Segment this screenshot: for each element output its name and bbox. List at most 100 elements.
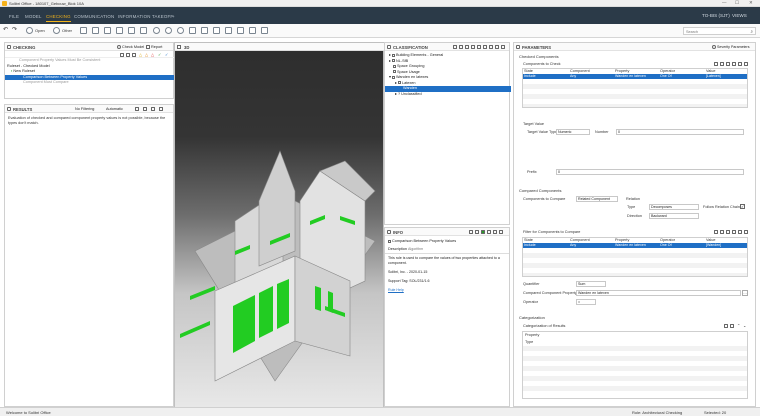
- number-input[interactable]: 0: [616, 129, 744, 135]
- edit-icon[interactable]: [120, 53, 124, 57]
- table-row[interactable]: [523, 273, 747, 276]
- table-row[interactable]: [523, 356, 747, 361]
- tool-icon[interactable]: [453, 45, 457, 49]
- highlighted-wall[interactable]: [259, 286, 273, 338]
- error-icon[interactable]: △: [151, 52, 154, 57]
- tab-checking[interactable]: CHECKING: [46, 14, 71, 22]
- tool-icon[interactable]: [483, 45, 487, 49]
- table-row[interactable]: [523, 346, 747, 351]
- tool-icon[interactable]: [471, 45, 475, 49]
- table-row[interactable]: [523, 253, 747, 258]
- target-value-type-select[interactable]: Numeric: [556, 129, 590, 135]
- list-icon[interactable]: [143, 107, 147, 111]
- tab-model[interactable]: MODEL: [25, 14, 42, 19]
- tool-icon[interactable]: [501, 45, 505, 49]
- compared-property-input[interactable]: Wanden en latexen: [576, 290, 741, 296]
- quantifier-select[interactable]: Sum: [576, 281, 606, 287]
- add-icon[interactable]: [714, 230, 718, 234]
- tree-row[interactable]: Component Must Compare: [5, 80, 175, 86]
- maximize-button[interactable]: ☐: [735, 0, 739, 6]
- categorize-icon[interactable]: [135, 107, 139, 111]
- components-to-compare-select[interactable]: Related Component: [576, 196, 618, 202]
- table-row[interactable]: [523, 84, 747, 89]
- open-button[interactable]: Open: [35, 28, 45, 33]
- tool-icon[interactable]: [487, 230, 491, 234]
- search-input[interactable]: Search ⌕: [683, 27, 756, 35]
- walk-icon[interactable]: [213, 27, 220, 34]
- info-check-icon[interactable]: ✓: [165, 52, 168, 57]
- model-tree-icon[interactable]: [237, 27, 244, 34]
- isolate-icon[interactable]: [104, 27, 111, 34]
- settings-icon[interactable]: [159, 107, 163, 111]
- prefix-input[interactable]: 0: [556, 169, 744, 175]
- add-tab-button[interactable]: +: [172, 14, 175, 19]
- camera-icon[interactable]: [225, 27, 232, 34]
- tool-icon[interactable]: [499, 230, 503, 234]
- relation-type-select[interactable]: Decomposes: [649, 204, 699, 210]
- user-label[interactable]: TO-BIS (SJT): [702, 13, 730, 18]
- minimize-button[interactable]: —: [722, 0, 727, 5]
- highlighted-wall[interactable]: [277, 279, 289, 329]
- move-down-icon[interactable]: ⌄: [743, 323, 746, 328]
- paste-icon[interactable]: [738, 230, 742, 234]
- automatic-dropdown[interactable]: Automatic: [106, 107, 123, 111]
- section-icon[interactable]: [128, 27, 135, 34]
- warning-icon[interactable]: △: [139, 52, 142, 57]
- zoom-icon[interactable]: [153, 27, 160, 34]
- delete-icon[interactable]: [744, 230, 748, 234]
- algorithm-tab[interactable]: Algorithm: [408, 247, 423, 251]
- operator-select[interactable]: =: [576, 299, 596, 305]
- paste-icon[interactable]: [738, 62, 742, 66]
- group-icon[interactable]: [726, 230, 730, 234]
- table-row[interactable]: [523, 366, 747, 371]
- folder-icon[interactable]: [132, 53, 136, 57]
- tool-icon[interactable]: [477, 45, 481, 49]
- other-button[interactable]: Other: [62, 28, 72, 33]
- tool-icon[interactable]: [489, 45, 493, 49]
- add-icon[interactable]: [714, 62, 718, 66]
- warning-orange-icon[interactable]: △: [145, 52, 148, 57]
- table-row[interactable]: [523, 263, 747, 268]
- rule-help-link[interactable]: Rule Help: [388, 288, 404, 292]
- tab-file[interactable]: FILE: [9, 14, 19, 19]
- view-front-icon[interactable]: [189, 27, 196, 34]
- follow-relation-chain-checkbox[interactable]: ✓: [740, 204, 745, 209]
- view-3d-panel[interactable]: 3D: [174, 42, 385, 408]
- table-row-selected[interactable]: Include Any Wanden en latexen One Of [Wa…: [523, 243, 747, 248]
- measure-icon[interactable]: [140, 27, 147, 34]
- report-button[interactable]: Report: [151, 45, 162, 49]
- zoom-selected-icon[interactable]: [177, 27, 184, 34]
- severity-parameters-button[interactable]: Severity Parameters: [717, 45, 750, 49]
- tab-communication[interactable]: COMMUNICATION: [74, 14, 114, 19]
- redo-icon[interactable]: ↷: [12, 26, 17, 33]
- direction-select[interactable]: Backward: [649, 213, 699, 219]
- tool-icon[interactable]: [459, 45, 463, 49]
- green-status-icon[interactable]: [481, 230, 485, 234]
- check-model-button[interactable]: Check Model: [122, 45, 144, 49]
- filter-dropdown[interactable]: No Filtering: [75, 107, 94, 111]
- pass-icon[interactable]: ✓: [158, 52, 161, 57]
- copy-icon[interactable]: [732, 230, 736, 234]
- tool-icon[interactable]: [493, 230, 497, 234]
- table-row[interactable]: [523, 94, 747, 99]
- export-icon[interactable]: [151, 107, 155, 111]
- close-button[interactable]: ✕: [749, 0, 753, 6]
- copy-icon[interactable]: [732, 62, 736, 66]
- open-icon[interactable]: [26, 27, 33, 34]
- add-icon[interactable]: [724, 324, 728, 328]
- tool-icon[interactable]: [495, 45, 499, 49]
- edit-icon[interactable]: [720, 230, 724, 234]
- tool-icon[interactable]: [469, 230, 473, 234]
- view-top-icon[interactable]: [201, 27, 208, 34]
- move-up-icon[interactable]: ⌃: [737, 323, 740, 328]
- delete-icon[interactable]: [744, 62, 748, 66]
- select-icon[interactable]: [80, 27, 87, 34]
- table-row[interactable]: [523, 376, 747, 381]
- tool-icon[interactable]: [465, 45, 469, 49]
- layers-icon[interactable]: [249, 27, 256, 34]
- filter-icon[interactable]: [126, 53, 130, 57]
- zoom-fit-icon[interactable]: [165, 27, 172, 34]
- cube-icon[interactable]: [261, 27, 268, 34]
- table-row[interactable]: [523, 104, 747, 107]
- table-row[interactable]: [523, 386, 747, 391]
